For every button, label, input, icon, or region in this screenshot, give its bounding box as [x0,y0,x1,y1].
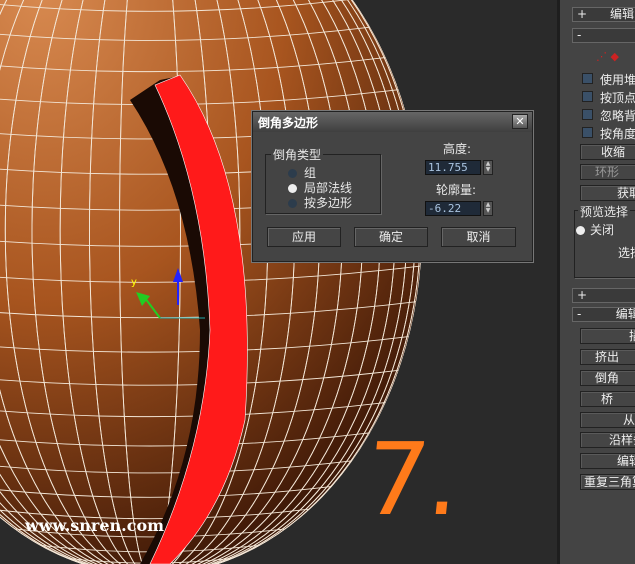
radio-label: 局部法线 [304,181,353,195]
radio-label: 组 [304,166,317,180]
ring-button[interactable]: 环形 [580,164,635,180]
bevel-type-label: 倒角类型 [271,146,324,163]
rollout-toggle: - [577,307,582,321]
checkbox-label: 使用堆栈 [600,73,635,87]
ok-button[interactable]: 确定 [354,227,428,247]
checkbox[interactable] [582,109,593,120]
checkbox[interactable] [582,91,593,102]
edit-triangulation-button[interactable]: 编辑 [580,453,635,469]
checkbox-label: 按角度 [600,127,635,141]
radio-label: 按多边形 [304,196,353,210]
rollout-header[interactable]: + [572,288,635,303]
rollout-toggle: - [577,28,582,42]
insert-button[interactable]: 插 [580,328,635,344]
rollout-header-edit-polygons[interactable]: - 编辑 [572,307,635,322]
extrude-button[interactable]: 挤出 [580,349,635,365]
height-label: 高度: [443,142,472,156]
from-edge-button[interactable]: 从边 [580,412,635,428]
preview-label: 预览选择 [578,203,631,220]
outline-label: 轮廓量: [436,183,477,197]
height-spinner-arrows[interactable]: ▲ ▼ [483,160,493,175]
rollout-title: 编辑 [609,7,634,21]
sphere-mesh [0,0,422,564]
retriangulate-button[interactable]: 重复三角算法 [580,474,635,490]
radio-by-polygon[interactable]: 按多边形 [288,194,352,211]
close-icon[interactable]: ✕ [512,114,528,129]
gizmo-axis-label: y [131,277,137,288]
checkbox[interactable] [582,127,593,138]
cancel-button[interactable]: 取消 [441,227,516,247]
outline-input[interactable]: -6.22 [425,201,481,216]
apply-button[interactable]: 应用 [267,227,341,247]
watermark: www.snren.com [25,516,165,535]
radio-icon [288,169,297,178]
checkbox[interactable] [582,73,593,84]
bevel-button[interactable]: 倒角 [580,370,635,386]
checkbox-label: 按顶点 [600,91,635,105]
perspective-viewport[interactable]: y www.snren.com 7. [0,0,557,564]
rollout-toggle: + [577,288,588,302]
along-spline-button[interactable]: 沿样条 [580,432,635,448]
checkbox-label: 忽略背面 [600,109,635,123]
rollout-header-selection[interactable]: - [572,28,635,43]
radio-selected-icon [576,226,585,235]
annotation-number: 7. [358,421,467,538]
command-panel: + 编辑 - ⋰ ◆ 使用堆栈 按顶点 忽略背面 按角度 收缩 环形 获取 预览… [557,0,635,564]
radio-label: 关闭 [590,223,615,237]
bevel-polygons-dialog: 倒角多边形 ✕ 倒角类型 组 局部法线 按多边形 高度: 11.755 ▲ ▼ 轮… [252,111,533,262]
select-label: 选择 [618,246,635,260]
radio-selected-icon [288,184,297,193]
outline-spinner-arrows[interactable]: ▲ ▼ [483,201,493,216]
bridge-button[interactable]: 桥 [580,391,635,407]
dialog-title: 倒角多边形 [258,116,319,130]
radio-icon [288,199,297,208]
rollout-title: 编辑 [615,307,635,321]
dialog-titlebar[interactable]: 倒角多边形 [253,112,532,132]
get-button[interactable]: 获取 [580,185,635,201]
preview-off-radio[interactable]: 关闭 [576,221,614,238]
rollout-toggle: + [577,7,588,21]
height-input[interactable]: 11.755 [425,160,481,175]
rollout-header-edit[interactable]: + 编辑 [572,7,635,22]
shrink-button[interactable]: 收缩 [580,144,635,160]
selection-level-icons[interactable]: ⋰ ◆ [596,50,619,63]
